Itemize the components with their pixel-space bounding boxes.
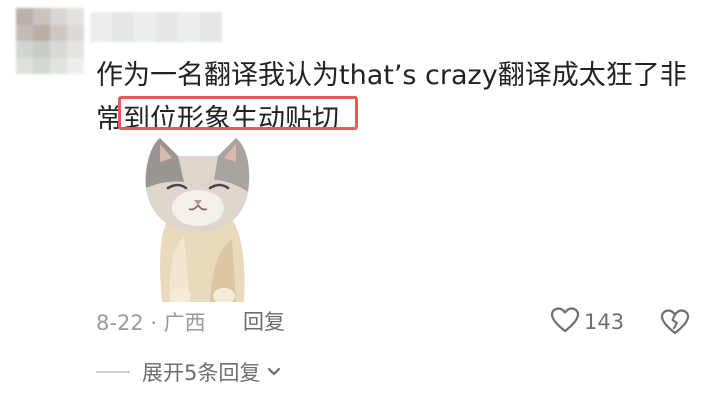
dislike-button[interactable] (660, 308, 690, 340)
heart-outline-icon[interactable] (550, 306, 580, 338)
comment-line-1: 作为一名翻译我认为that’s crazy翻译成太狂了非 (96, 60, 687, 91)
avatar[interactable] (16, 8, 84, 74)
chevron-down-icon[interactable] (266, 363, 282, 382)
broken-heart-icon[interactable] (660, 309, 690, 340)
cat-sticker-image[interactable] (140, 136, 258, 302)
comment-line-2-prefix: 常 (96, 104, 123, 135)
comment-text: 作为一名翻译我认为that’s crazy翻译成太狂了非 常到位形象生动贴切 (96, 54, 696, 142)
expand-replies-label[interactable]: 展开5条回复 (142, 357, 260, 387)
reply-button[interactable]: 回复 (243, 306, 285, 336)
comment-highlighted-text: 到位形象生动贴切 (123, 104, 339, 135)
expand-divider (96, 371, 130, 373)
like-button[interactable]: 143 (550, 306, 624, 338)
like-count: 143 (584, 310, 625, 334)
expand-replies-button[interactable]: 展开5条回复 (96, 357, 282, 387)
comment-date-location: 8-22 · 广西 (96, 311, 206, 335)
username-redacted[interactable] (90, 12, 222, 42)
